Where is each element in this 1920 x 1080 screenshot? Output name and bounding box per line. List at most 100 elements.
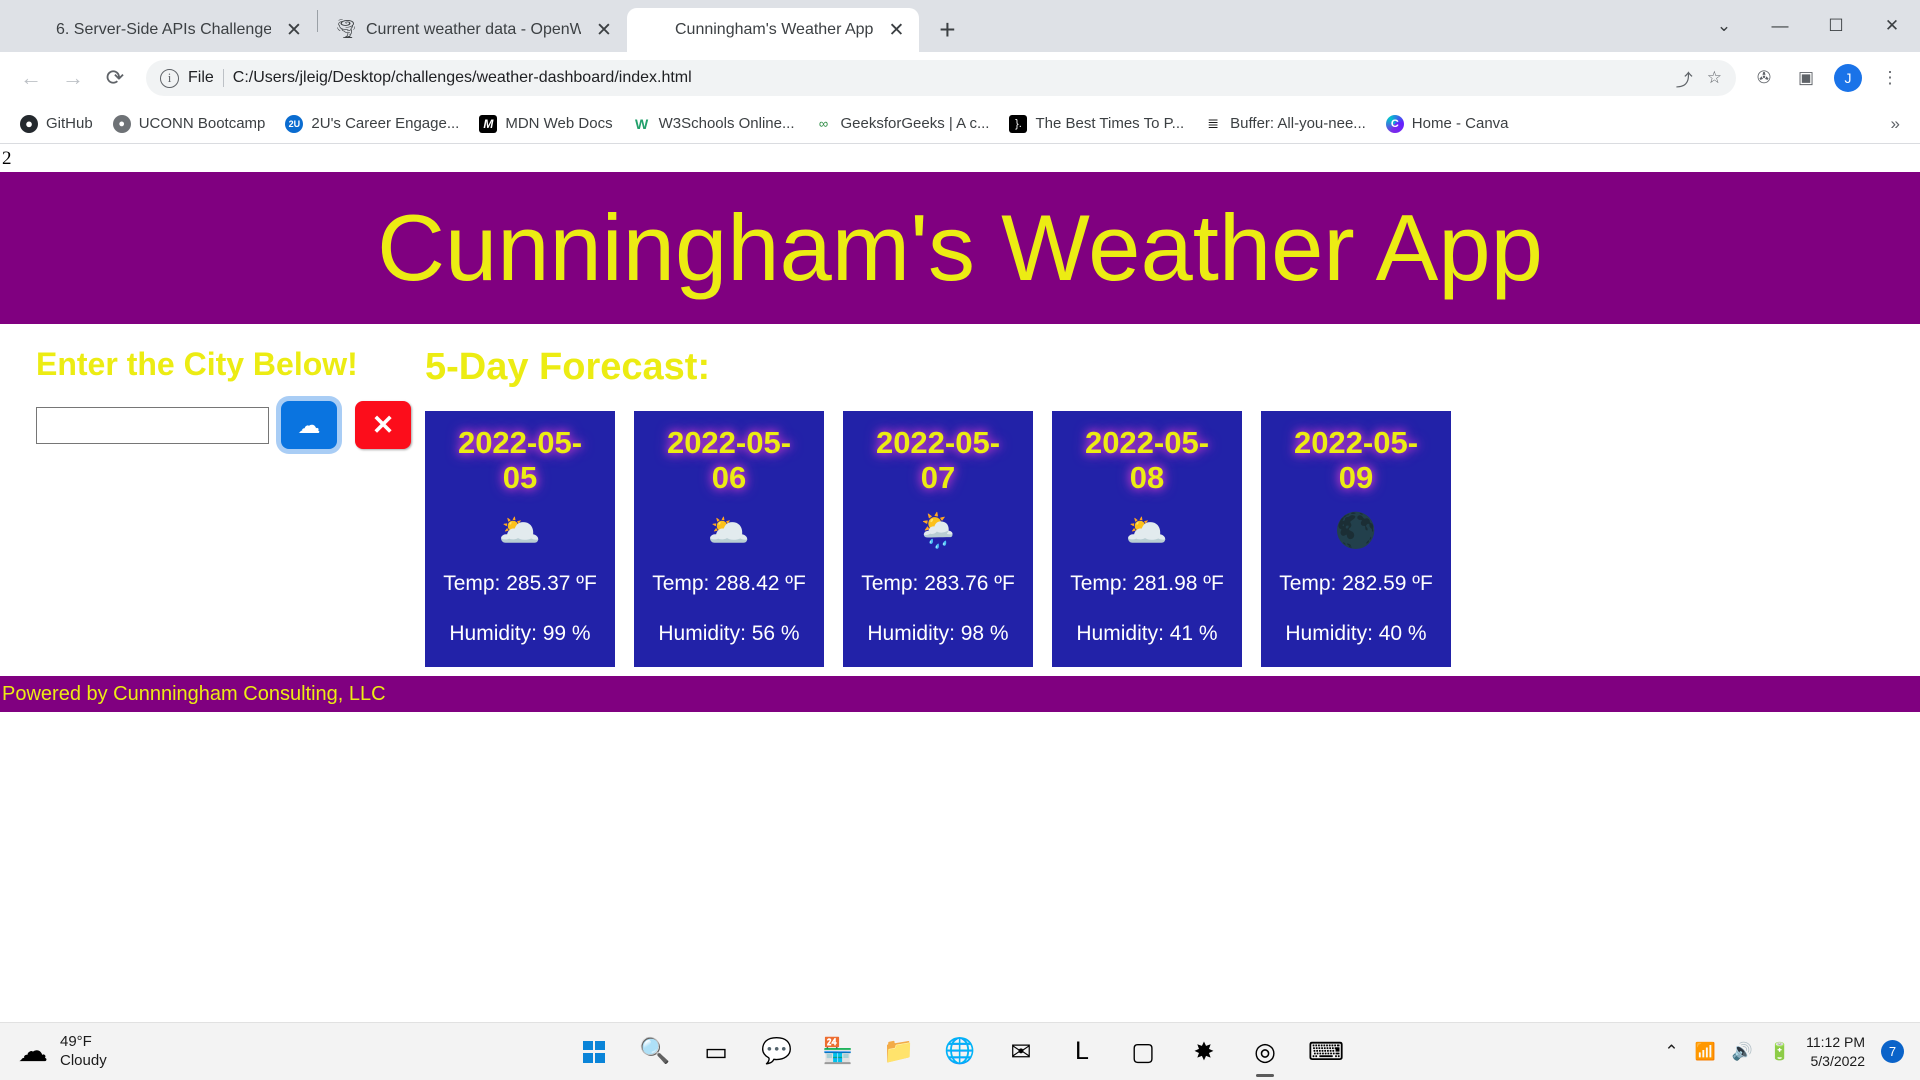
bookmark-github[interactable]: ● GitHub [12, 111, 101, 137]
share-icon[interactable]: ⤴ [1676, 66, 1693, 91]
app-header-banner: Cunningham's Weather App [0, 172, 1920, 324]
cloudy-icon: 🌥️ [707, 511, 751, 550]
geeksforgeeks-icon: ∞ [814, 114, 833, 133]
taskbar-system-tray: ⌃ 📶 🔊 🔋 11:12 PM 5/3/2022 7 [1664, 1033, 1920, 1069]
tab-title: Cunningham's Weather App [675, 21, 874, 38]
back-button[interactable]: ← [12, 59, 50, 97]
tray-chevron-icon[interactable]: ⌃ [1664, 1042, 1678, 1062]
site-info-icon[interactable]: i [160, 68, 179, 88]
openweather-icon: 🌪 [334, 19, 359, 40]
task-view-button[interactable]: ▭ [695, 1031, 737, 1073]
browser-toolbar: ← → ⟳ i File C:/Users/jleig/Desktop/chal… [0, 52, 1920, 104]
bookmark-geeksforgeeks[interactable]: ∞ GeeksforGeeks | A c... [807, 111, 998, 137]
browser-tab-1[interactable]: 6. Server-Side APIs Challenge: We ✕ [8, 8, 317, 52]
chat-button[interactable]: 💬 [756, 1031, 798, 1073]
forecast-temp: Temp: 281.98 ºF [1070, 571, 1224, 595]
wifi-icon[interactable]: 📶 [1695, 1042, 1716, 1062]
tab-close-icon[interactable]: ✕ [883, 17, 909, 43]
taskbar-weather-text: 49°F Cloudy [60, 1033, 107, 1071]
zoom-app-button[interactable]: ▢ [1122, 1031, 1164, 1073]
window-controls: ⌄ — ☐ ✕ [1696, 0, 1920, 52]
new-moon-icon: 🌑 [1334, 511, 1378, 550]
browser-window: 6. Server-Side APIs Challenge: We ✕ 🌪 Cu… [0, 0, 1920, 1022]
bookmark-canva[interactable]: C Home - Canva [1378, 111, 1517, 137]
chrome-menu-icon[interactable]: ⋮ [1872, 60, 1908, 96]
reload-button[interactable]: ⟳ [96, 59, 134, 97]
cloudy-icon: 🌥️ [498, 511, 542, 550]
clock-date: 5/3/2022 [1810, 1052, 1866, 1069]
maximize-button[interactable]: ☐ [1808, 0, 1864, 52]
bookmark-uconn-bootcamp[interactable]: ● UCONN Bootcamp [105, 111, 274, 137]
bookmark-label: MDN Web Docs [505, 115, 613, 132]
tab-search-chevron-icon[interactable]: ⌄ [1696, 0, 1752, 52]
vs-code-button[interactable]: ⌨ [1305, 1031, 1347, 1073]
volume-icon[interactable]: 🔊 [1732, 1042, 1753, 1062]
bookmark-w3schools[interactable]: W W3Schools Online... [625, 111, 803, 137]
forecast-heading: 5-Day Forecast: [425, 346, 711, 388]
file-explorer-button[interactable]: 📁 [878, 1031, 920, 1073]
browser-tab-2[interactable]: 🌪 Current weather data - OpenWea ✕ [318, 8, 627, 52]
forecast-temp: Temp: 285.37 ºF [443, 571, 597, 595]
globe-icon: ● [112, 114, 131, 133]
mdn-icon: M [479, 114, 498, 133]
forecast-humidity: Humidity: 56 % [658, 621, 800, 645]
new-tab-button[interactable]: + [927, 10, 967, 50]
bookmarks-bar: ● GitHub ● UCONN Bootcamp 2U 2U's Career… [0, 104, 1920, 144]
bookmark-2u-career[interactable]: 2U 2U's Career Engage... [277, 111, 467, 137]
browser-tab-3[interactable]: Cunningham's Weather App ✕ [627, 8, 920, 52]
extensions-icon[interactable]: ✇ [1746, 60, 1782, 96]
app-body: Enter the City Below! ☁ ✕ 5-Day Forecast… [0, 324, 1920, 667]
bookmark-label: 2U's Career Engage... [311, 115, 460, 132]
page-title: Cunningham's Weather App [377, 195, 1543, 300]
rain-sun-cloud-icon: 🌦️ [916, 511, 960, 550]
bookmark-label: Buffer: All-you-nee... [1230, 115, 1366, 132]
scheme-label: File [188, 69, 214, 86]
microsoft-edge-button[interactable]: 🌐 [939, 1031, 981, 1073]
taskbar-weather-widget[interactable]: ☁ 49°F Cloudy [0, 1033, 107, 1071]
bookmark-label: GeeksforGeeks | A c... [840, 115, 990, 132]
taskbar-weather-temp: 49°F [60, 1032, 92, 1050]
tab-close-icon[interactable]: ✕ [281, 17, 307, 43]
cloudy-icon: 🌥️ [1125, 511, 1169, 550]
bookmark-best-times[interactable]: }. The Best Times To P... [1001, 111, 1192, 137]
search-button[interactable]: 🔍 [634, 1031, 676, 1073]
search-button[interactable]: ☁ [281, 401, 337, 449]
close-window-button[interactable]: ✕ [1864, 0, 1920, 52]
forward-button[interactable]: → [54, 59, 92, 97]
forecast-date: 2022-05-05 [457, 425, 583, 496]
besttimes-icon: }. [1009, 114, 1028, 133]
bookmark-mdn[interactable]: M MDN Web Docs [471, 111, 620, 137]
search-panel-label: Enter the City Below! [36, 346, 358, 382]
city-search-input[interactable] [36, 406, 269, 444]
bookmarks-overflow-icon[interactable]: » [1883, 110, 1908, 138]
tab-close-icon[interactable]: ✕ [591, 17, 617, 43]
bookmark-buffer[interactable]: ≣ Buffer: All-you-nee... [1196, 111, 1374, 137]
google-chrome-button[interactable]: ◎ [1244, 1031, 1286, 1073]
taskbar-clock[interactable]: 11:12 PM 5/3/2022 [1806, 1033, 1865, 1069]
forecast-humidity: Humidity: 41 % [1076, 621, 1218, 645]
slack-app-button[interactable]: ✸ [1183, 1031, 1225, 1073]
forecast-temp: Temp: 283.76 ºF [861, 571, 1015, 595]
clear-history-button[interactable]: ✕ [355, 401, 411, 449]
side-panel-icon[interactable]: ▣ [1788, 60, 1824, 96]
microsoft-store-button[interactable]: 🏪 [817, 1031, 859, 1073]
start-button[interactable] [573, 1031, 615, 1073]
bookmark-star-icon[interactable]: ☆ [1707, 68, 1722, 88]
forecast-panel: 5-Day Forecast: 2022-05-05 🌥️ Temp: 285.… [425, 346, 1920, 667]
page-content: 2 Cunningham's Weather App Enter the Cit… [0, 144, 1920, 902]
forecast-temp: Temp: 288.42 ºF [652, 571, 806, 595]
toolbar-right: ✇ ▣ J ⋮ [1746, 60, 1908, 96]
forecast-date: 2022-05-08 [1084, 425, 1210, 496]
forecast-card: 2022-05-09 🌑 Temp: 282.59 ºF Humidity: 4… [1261, 411, 1451, 667]
url-text[interactable]: C:/Users/jleig/Desktop/challenges/weathe… [233, 69, 692, 87]
canva-icon: C [1385, 114, 1404, 133]
battery-icon[interactable]: 🔋 [1769, 1042, 1790, 1062]
address-bar[interactable]: i File C:/Users/jleig/Desktop/challenges… [146, 60, 1736, 96]
lastpass-app-button[interactable]: L [1061, 1031, 1103, 1073]
avatar[interactable]: J [1830, 60, 1866, 96]
mail-app-button[interactable]: ✉ [1000, 1031, 1042, 1073]
search-row: ☁ ✕ [36, 401, 425, 449]
notification-badge[interactable]: 7 [1881, 1040, 1904, 1063]
minimize-button[interactable]: — [1752, 0, 1808, 52]
cloud-icon: ☁ [297, 411, 321, 438]
